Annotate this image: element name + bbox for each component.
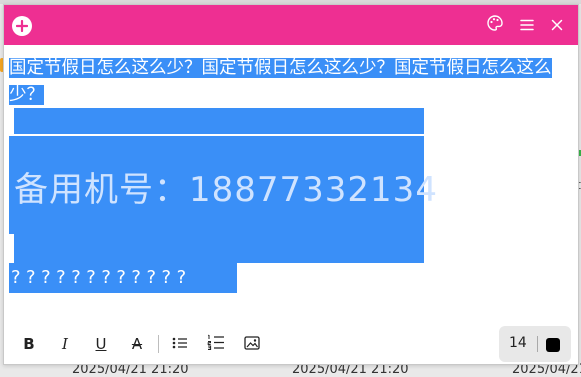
numbered-list-button[interactable] [205, 333, 227, 355]
selected-question-line: ???????????? [9, 263, 237, 293]
close-button[interactable] [547, 15, 567, 35]
selected-empty-line [14, 108, 424, 134]
menu-button[interactable] [517, 15, 537, 35]
font-size-selector[interactable]: 14 [509, 335, 527, 351]
hamburger-menu-icon [520, 16, 534, 35]
italic-button[interactable]: I [54, 333, 76, 355]
selected-text: 国定节假日怎么这么少？国定节假日怎么这么少？国定节假日怎么这么少？ [9, 58, 552, 105]
font-box-divider [537, 336, 538, 352]
sticky-note-window: 国定节假日怎么这么少？国定节假日怎么这么少？国定节假日怎么这么少？ 备用机号：1… [3, 4, 579, 365]
italic-label: I [62, 335, 68, 353]
underline-button[interactable]: U [90, 333, 112, 355]
insert-image-icon [244, 335, 260, 354]
phone-number-text: 备用机号：18877332134 [14, 170, 438, 210]
selected-empty-line [14, 234, 424, 263]
add-note-button[interactable] [12, 16, 32, 36]
bold-button[interactable]: B [18, 333, 40, 355]
note-paragraph: 国定节假日怎么这么少？国定节假日怎么这么少？国定节假日怎么这么少？ [9, 55, 564, 109]
strikethrough-label: A [131, 335, 143, 353]
note-titlebar [4, 5, 578, 45]
palette-icon [486, 14, 504, 36]
font-settings-box: 14 [499, 326, 571, 362]
bold-label: B [23, 335, 35, 353]
strikethrough-button[interactable]: A [126, 333, 148, 355]
numbered-list-icon [207, 334, 225, 354]
underline-label: U [95, 335, 107, 353]
plus-circle-icon [16, 20, 28, 32]
insert-image-button[interactable] [241, 333, 263, 355]
bullet-list-icon [172, 335, 188, 354]
format-toolbar: B I U A [18, 333, 277, 355]
note-editor[interactable]: 国定节假日怎么这么少？国定节假日怎么这么少？国定节假日怎么这么少？ [9, 55, 569, 109]
theme-button[interactable] [485, 15, 505, 35]
bullet-list-button[interactable] [169, 333, 191, 355]
toolbar-divider [158, 335, 159, 353]
selected-phone-block: 备用机号：18877332134 [9, 136, 437, 234]
close-icon [551, 16, 563, 35]
font-color-swatch[interactable] [546, 338, 560, 352]
